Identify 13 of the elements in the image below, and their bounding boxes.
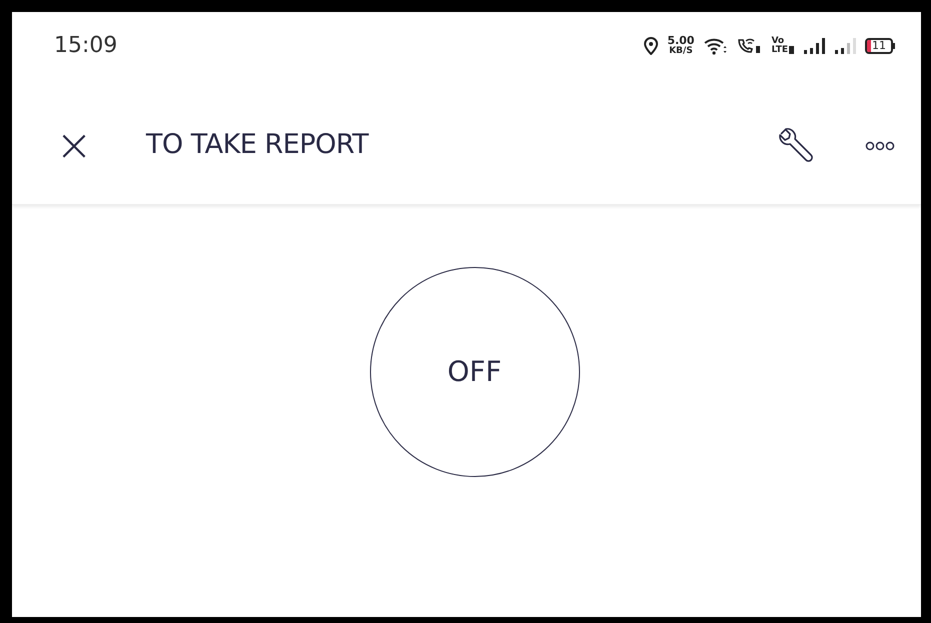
network-speed: 5.00 KB/S	[667, 36, 694, 56]
battery-indicator: 11	[865, 38, 895, 54]
location-icon	[644, 36, 658, 54]
more-icon[interactable]	[865, 140, 895, 150]
status-time: 15:09	[54, 32, 118, 60]
signal-icon	[803, 38, 825, 54]
signal-icon	[834, 38, 856, 54]
volte-indicator: Vo LTE	[771, 36, 794, 54]
close-button[interactable]: ×	[54, 124, 94, 168]
wifi-calling-icon	[736, 36, 762, 54]
wifi-icon	[703, 36, 728, 54]
page-title: TO TAKE REPORT	[146, 128, 368, 162]
toggle-button[interactable]: OFF	[370, 267, 580, 477]
